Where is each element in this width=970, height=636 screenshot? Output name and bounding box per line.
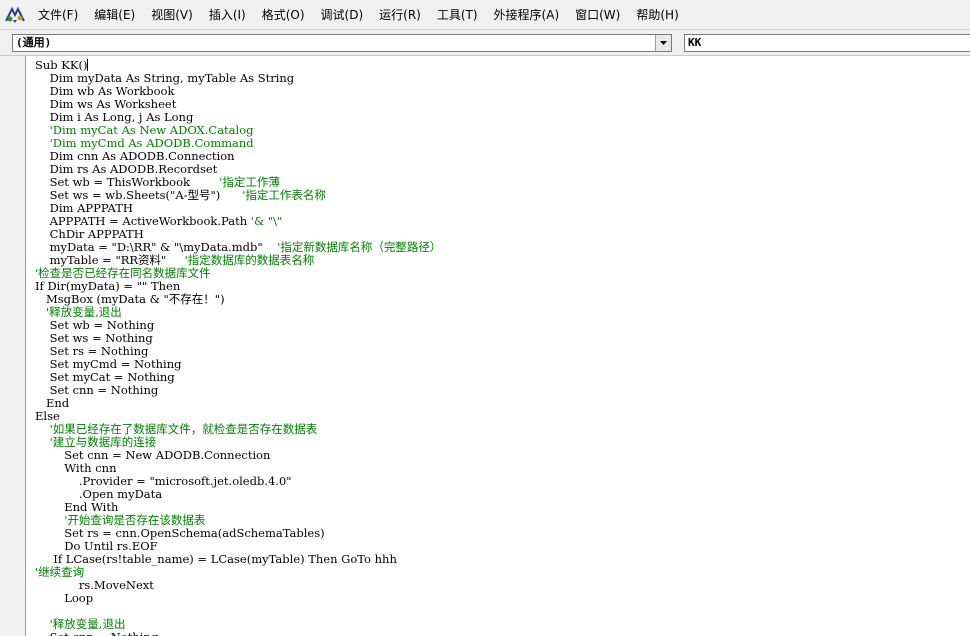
code-line[interactable]: Set cnn = Nothing xyxy=(35,631,441,636)
procedure-dropdown-value: KK xyxy=(688,36,702,49)
object-dropdown-button[interactable] xyxy=(655,35,671,51)
code-comment: '释放变量,退出 xyxy=(35,305,122,319)
code-text: If Dir(myData) = "" Then xyxy=(35,279,181,293)
code-text: Dim cnn As ADODB.Connection xyxy=(35,149,235,163)
code-text: Set ws = wb.Sheets("A-型号") xyxy=(35,188,243,202)
code-text: ChDir APPPATH xyxy=(35,227,144,241)
code-text: myTable = "RR资料" xyxy=(35,253,185,267)
code-text: Set myCat = Nothing xyxy=(35,370,175,384)
code-text: Set myCmd = Nothing xyxy=(35,357,182,371)
text-caret xyxy=(87,59,89,71)
menu-debug[interactable]: 调试(D) xyxy=(313,4,372,26)
menu-window[interactable]: 窗口(W) xyxy=(567,4,628,26)
code-comment: '建立与数据库的连接 xyxy=(35,435,157,449)
menu-addins[interactable]: 外接程序(A) xyxy=(486,4,568,26)
code-text: Else xyxy=(35,409,60,423)
code-text: Do Until rs.EOF xyxy=(35,539,158,553)
code-comment: 'Dim myCat As New ADOX.Catalog xyxy=(35,123,254,137)
code-line[interactable]: Set cnn = Nothing xyxy=(35,384,441,397)
code-line[interactable]: End xyxy=(35,397,441,410)
vba-app-icon[interactable] xyxy=(0,0,30,30)
code-text: End xyxy=(35,396,70,410)
code-text: If LCase(rs!table_name) = LCase(myTable)… xyxy=(35,552,397,566)
code-text: Sub KK() xyxy=(35,58,88,72)
code-comment: '检查是否已经存在同名数据库文件 xyxy=(35,266,211,280)
code-text: .Provider = "microsoft.jet.oledb.4.0" xyxy=(35,474,292,488)
code-text: Dim myData As String, myTable As String xyxy=(35,71,295,85)
code-comment: '开始查询是否存在该数据表 xyxy=(35,513,206,527)
code-comment: '释放变量,退出 xyxy=(35,617,126,631)
object-dropdown[interactable]: (通用) xyxy=(12,34,672,52)
menu-bar: 文件(F) 编辑(E) 视图(V) 插入(I) 格式(O) 调试(D) 运行(R… xyxy=(0,0,970,30)
code-text: Dim i As Long, j As Long xyxy=(35,110,194,124)
object-dropdown-value: (通用) xyxy=(16,36,52,49)
code-text: Set wb = ThisWorkbook xyxy=(35,175,220,189)
code-text: MsgBox (myData & "不存在！") xyxy=(35,292,225,306)
code-text: With cnn xyxy=(35,461,117,475)
code-comment: 'Dim myCmd As ADODB.Command xyxy=(35,136,254,150)
code-text: APPPATH = ActiveWorkbook.Path xyxy=(35,214,251,228)
code-editor[interactable]: Sub KK() Dim myData As String, myTable A… xyxy=(0,56,970,636)
code-text: Set wb = Nothing xyxy=(35,318,155,332)
code-text: Set rs = Nothing xyxy=(35,344,149,358)
code-text: Set ws = Nothing xyxy=(35,331,153,345)
code-text: myData = "D:\RR" & "\myData.mdb" xyxy=(35,240,278,254)
code-line[interactable]: Loop xyxy=(35,592,441,605)
code-comment: '指定新数据库名称（完整路径） xyxy=(277,240,442,254)
code-comment: '指定工作薄 xyxy=(219,175,280,189)
procedure-dropdown[interactable]: KK xyxy=(684,34,970,52)
menu-tools[interactable]: 工具(T) xyxy=(429,4,486,26)
code-line[interactable]: If LCase(rs!table_name) = LCase(myTable)… xyxy=(35,553,441,566)
menu-file[interactable]: 文件(F) xyxy=(30,4,86,26)
code-text: Dim wb As Workbook xyxy=(35,84,175,98)
code-line[interactable]: rs.MoveNext xyxy=(35,579,441,592)
code-text: Set cnn = Nothing xyxy=(35,383,159,397)
chevron-down-icon xyxy=(660,41,667,45)
code-comment: '继续查询 xyxy=(35,565,85,579)
code-text: Set cnn = Nothing xyxy=(35,630,159,636)
code-text: Set cnn = New ADODB.Connection xyxy=(35,448,271,462)
menu-format[interactable]: 格式(O) xyxy=(254,4,313,26)
code-comment: '指定工作表名称 xyxy=(242,188,326,202)
code-text: Dim APPPATH xyxy=(35,201,133,215)
code-text: Dim rs As ADODB.Recordset xyxy=(35,162,218,176)
menu-view[interactable]: 视图(V) xyxy=(143,4,201,26)
code-text: Dim ws As Worksheet xyxy=(35,97,177,111)
code-area[interactable]: Sub KK() Dim myData As String, myTable A… xyxy=(35,59,441,636)
margin-indicator-bar[interactable] xyxy=(0,56,26,636)
code-text: rs.MoveNext xyxy=(35,578,154,592)
menu-insert[interactable]: 插入(I) xyxy=(201,4,254,26)
code-text: .Open myData xyxy=(35,487,163,501)
code-text: Loop xyxy=(35,591,94,605)
code-selector-bar: (通用) KK xyxy=(0,30,970,56)
code-comment: '& "\" xyxy=(250,214,283,228)
menu-help[interactable]: 帮助(H) xyxy=(628,4,686,26)
menu-edit[interactable]: 编辑(E) xyxy=(86,4,143,26)
code-comment: '指定数据库的数据表名称 xyxy=(184,253,315,267)
code-comment: '如果已经存在了数据库文件，就检查是否存在数据表 xyxy=(35,422,318,436)
code-text: End With xyxy=(35,500,119,514)
menu-run[interactable]: 运行(R) xyxy=(371,4,429,26)
code-text: Set rs = cnn.OpenSchema(adSchemaTables) xyxy=(35,526,325,540)
